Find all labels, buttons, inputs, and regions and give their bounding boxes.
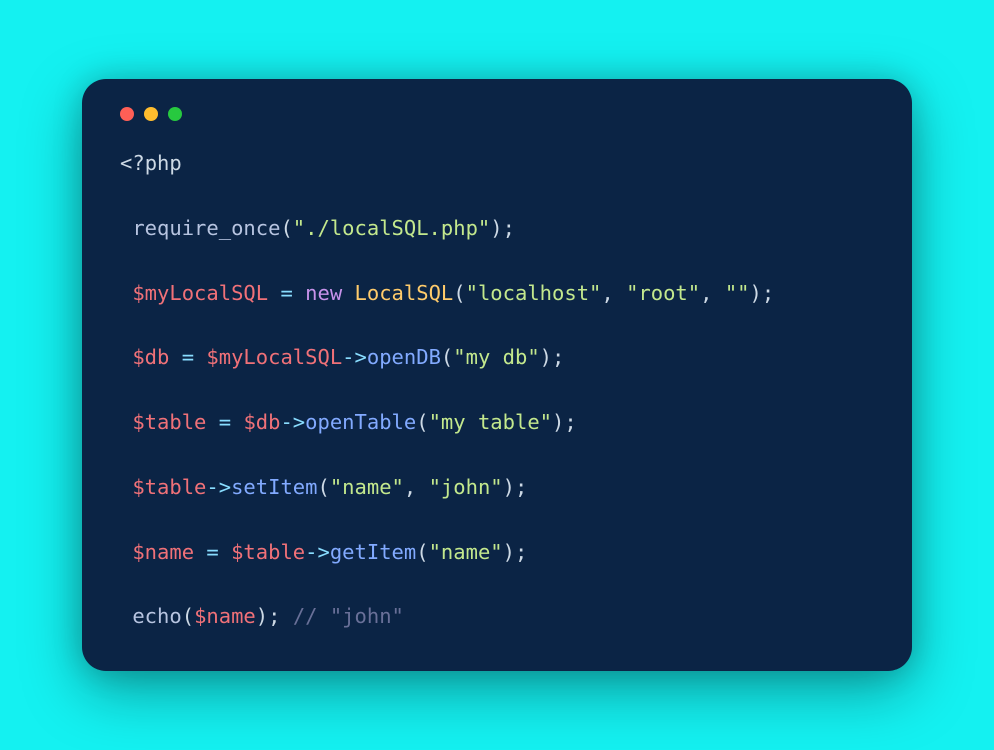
keyword-new: new: [305, 281, 342, 305]
keyword-require: require_once: [132, 216, 280, 240]
comment: // "john": [293, 604, 404, 628]
code-window: <?php require_once("./localSQL.php"); $m…: [82, 79, 912, 671]
close-icon[interactable]: [120, 107, 134, 121]
string-literal: "./localSQL.php": [293, 216, 490, 240]
variable: $name: [132, 540, 194, 564]
variable: $db: [132, 345, 169, 369]
minimize-icon[interactable]: [144, 107, 158, 121]
keyword-echo: echo: [132, 604, 181, 628]
php-open-tag: <?php: [120, 151, 182, 175]
method-call: openDB: [367, 345, 441, 369]
variable: $myLocalSQL: [132, 281, 268, 305]
class-name: LocalSQL: [355, 281, 454, 305]
variable: $table: [132, 410, 206, 434]
method-call: openTable: [305, 410, 416, 434]
maximize-icon[interactable]: [168, 107, 182, 121]
method-call: getItem: [330, 540, 416, 564]
code-block: <?php require_once("./localSQL.php"); $m…: [120, 147, 874, 633]
method-call: setItem: [231, 475, 317, 499]
window-controls: [120, 107, 874, 121]
variable: $table: [132, 475, 206, 499]
